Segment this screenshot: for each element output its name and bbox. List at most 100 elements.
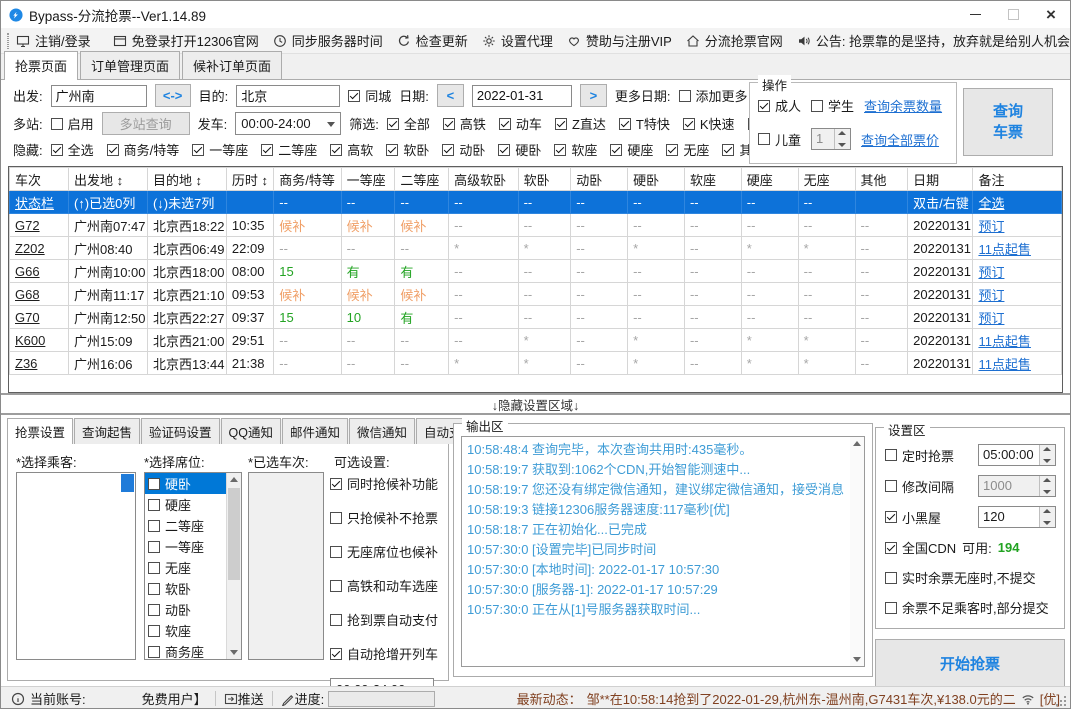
seat-option-7-box[interactable]	[148, 624, 160, 637]
table-status-row[interactable]: 状态栏 (↑)已选0列 (↓)未选7列 -- -- -- -- -- -- -- -- -- -- 双击/…	[9, 190, 1062, 214]
seat-list-scrollbar[interactable]	[226, 473, 241, 659]
adult-box[interactable]	[758, 99, 770, 112]
column-header-4[interactable]: 商务/特等	[273, 167, 342, 191]
train-row-K600[interactable]: K600 广州15:09 北京西21:00 29:51 -- -- -- -- * -- * -- * *…	[9, 328, 1062, 352]
grab-option-0[interactable]: 同时抢候补功能	[330, 474, 446, 493]
stepper-down-icon[interactable]	[1040, 486, 1055, 496]
push-label[interactable]: 推送	[238, 689, 264, 708]
query-tickets-button[interactable]: 查询 车票	[963, 88, 1053, 156]
grab-option-5-box[interactable]	[330, 647, 342, 660]
grab-option-2[interactable]: 无座席位也候补	[330, 542, 446, 561]
grab-option-0-box[interactable]	[330, 477, 342, 490]
filter-option-2-box[interactable]	[498, 117, 511, 130]
filter-option-4[interactable]: T特快	[618, 114, 670, 133]
train-link[interactable]: Z36	[9, 351, 69, 375]
train-row-Z202[interactable]: Z202 广州08:40 北京西06:49 22:09 -- -- -- * * -- * -- * * -…	[9, 236, 1062, 260]
filter-option-1[interactable]: 高铁	[442, 114, 486, 133]
column-header-11[interactable]: 软座	[683, 167, 742, 191]
hide-option-2-box[interactable]	[192, 143, 205, 156]
open-12306-button[interactable]: 免登录打开12306官网	[113, 31, 259, 50]
hide-option-0[interactable]: 全选	[50, 140, 94, 159]
stepper-up-icon[interactable]	[1040, 507, 1055, 517]
query-remaining-link[interactable]: 查询余票数量	[864, 96, 942, 115]
stepper-up-icon[interactable]	[835, 129, 851, 139]
filter-option-3[interactable]: Z直达	[554, 114, 606, 133]
column-header-8[interactable]: 软卧	[517, 167, 572, 191]
hide-option-8[interactable]: 软座	[554, 140, 597, 159]
hide-option-3[interactable]: 二等座	[261, 140, 317, 159]
grab-option-3-box[interactable]	[330, 579, 342, 592]
hide-option-6[interactable]: 动卧	[442, 140, 485, 159]
query-price-link[interactable]: 查询全部票价	[861, 130, 939, 149]
train-link[interactable]: G68	[9, 282, 69, 306]
train-row-G72[interactable]: G72 广州南07:47 北京西18:22 10:35 候补 候补 候补 -- -- -- -- --…	[9, 213, 1062, 237]
child-count-stepper[interactable]: 1	[811, 128, 852, 150]
seat-option-6-box[interactable]	[148, 603, 160, 616]
timed-grab-box[interactable]	[885, 449, 897, 461]
column-header-9[interactable]: 动卧	[570, 167, 629, 191]
hide-settings-separator[interactable]: ↓隐藏设置区域↓	[1, 393, 1070, 415]
train-link[interactable]: G72	[9, 213, 69, 237]
partial-submit-checkbox[interactable]: 余票不足乘客时,部分提交	[885, 598, 1049, 617]
filter-option-0[interactable]: 全部	[386, 114, 430, 133]
filter-option-2[interactable]: 动车	[498, 114, 542, 133]
settings-tab-2[interactable]: 验证码设置	[141, 418, 220, 444]
train-row-G68[interactable]: G68 广州南11:17 北京西21:10 09:53 候补 候补 候补 -- -- -- -- --…	[9, 282, 1062, 306]
tab-waitlist-orders[interactable]: 候补订单页面	[182, 51, 283, 79]
hide-option-4[interactable]: 高软	[330, 140, 373, 159]
hide-option-4-box[interactable]	[330, 143, 343, 156]
settings-tab-5[interactable]: 微信通知	[349, 418, 416, 444]
seat-option-5[interactable]: 软卧	[145, 578, 227, 599]
filter-option-5-box[interactable]	[682, 117, 695, 130]
seat-option-1[interactable]: 硬座	[145, 494, 227, 515]
hide-option-9[interactable]: 硬座	[610, 140, 653, 159]
select-all-link[interactable]: 全选	[972, 190, 1062, 214]
child-checkbox[interactable]: 儿童	[758, 130, 801, 149]
settings-tab-1[interactable]: 查询起售	[74, 418, 141, 444]
train-link[interactable]: Z202	[9, 236, 69, 260]
hide-option-9-box[interactable]	[610, 143, 623, 156]
booking-link[interactable]: 预订	[972, 282, 1062, 306]
multi-enable-checkbox[interactable]: 启用	[50, 114, 94, 133]
add-more-dates-box[interactable]	[678, 89, 691, 102]
no-seat-checkbox[interactable]: 实时余票无座时,不提交	[885, 568, 1036, 587]
booking-link[interactable]: 预订	[972, 305, 1062, 329]
status-bar-link[interactable]: 状态栏	[9, 190, 69, 214]
start-grab-button[interactable]: 开始抢票	[875, 639, 1065, 687]
grab-option-4[interactable]: 抢到票自动支付	[330, 610, 446, 629]
interval-stepper[interactable]: 1000	[978, 475, 1056, 497]
blacklist-stepper[interactable]: 120	[978, 506, 1056, 528]
column-header-7[interactable]: 高级软卧	[448, 167, 519, 191]
hide-option-5-box[interactable]	[386, 143, 399, 156]
grab-option-2-box[interactable]	[330, 545, 342, 558]
seat-option-8-box[interactable]	[148, 645, 160, 658]
destination-input[interactable]	[236, 84, 341, 107]
stepper-up-icon[interactable]	[1040, 476, 1055, 486]
seat-option-1-box[interactable]	[148, 498, 160, 511]
stepper-down-icon[interactable]	[1040, 517, 1055, 527]
booking-link[interactable]: 11点起售	[972, 328, 1062, 352]
hide-option-10-box[interactable]	[666, 143, 679, 156]
filter-option-1-box[interactable]	[442, 117, 455, 130]
column-header-13[interactable]: 无座	[797, 167, 856, 191]
column-header-3[interactable]: 历时 ↕	[225, 167, 275, 191]
output-scrollbar[interactable]	[850, 437, 864, 666]
seat-option-2[interactable]: 二等座	[145, 515, 227, 536]
same-city-box[interactable]	[348, 89, 361, 102]
seat-option-4-box[interactable]	[148, 561, 160, 574]
child-box[interactable]	[758, 133, 770, 145]
hide-option-7[interactable]: 硬卧	[498, 140, 541, 159]
settings-tab-3[interactable]: QQ通知	[220, 418, 281, 444]
same-city-checkbox[interactable]: 同城	[348, 86, 391, 105]
grab-option-3[interactable]: 高铁和动车选座	[330, 576, 446, 595]
column-header-0[interactable]: 车次	[9, 167, 69, 191]
close-button[interactable]: ×	[1032, 1, 1070, 28]
train-link[interactable]: G66	[9, 259, 69, 283]
minimize-button[interactable]	[956, 1, 994, 28]
seat-option-5-box[interactable]	[148, 582, 160, 595]
proxy-settings-button[interactable]: 设置代理	[482, 31, 553, 50]
blacklist-checkbox[interactable]: 小黑屋	[885, 508, 941, 527]
train-link[interactable]: G70	[9, 305, 69, 329]
seat-option-0-box[interactable]	[148, 477, 160, 490]
seat-option-2-box[interactable]	[148, 519, 160, 532]
